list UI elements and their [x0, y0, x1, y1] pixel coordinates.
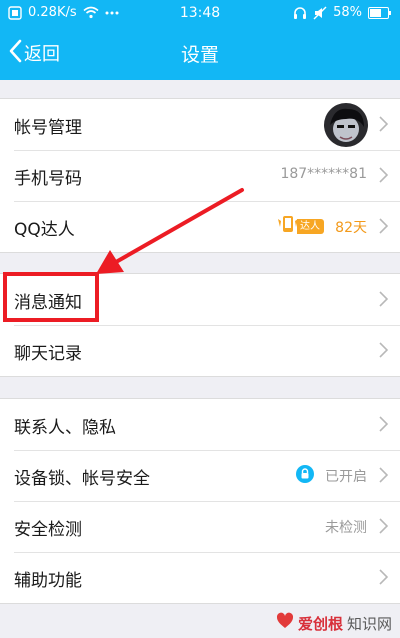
- row-label: 消息通知: [14, 293, 82, 313]
- row-label: 联系人、隐私: [14, 418, 116, 438]
- row-label: 聊天记录: [14, 344, 82, 364]
- phone-crown-icon: [277, 215, 299, 237]
- avatar: [324, 103, 368, 147]
- nav-bar: 返回 设置: [0, 26, 400, 80]
- qq-daren-badge: 达人: [277, 215, 324, 237]
- status-bar: 0.28K/s 13:48 58%: [0, 0, 400, 26]
- chevron-right-icon: [379, 342, 389, 362]
- chevron-right-icon: [379, 167, 389, 187]
- chevron-right-icon: [379, 291, 389, 311]
- battery-icon: [368, 6, 392, 19]
- mute-icon: [313, 6, 327, 20]
- row-message-notification[interactable]: 消息通知: [0, 274, 400, 325]
- qq-daren-tag: 达人: [297, 218, 324, 234]
- chevron-right-icon: [379, 569, 389, 589]
- chevron-right-icon: [379, 416, 389, 436]
- page-title: 设置: [180, 44, 219, 66]
- phone-number-value: 187******81: [280, 166, 367, 182]
- chevron-right-icon: [379, 218, 389, 238]
- chevron-right-icon: [379, 467, 389, 487]
- settings-group-security: 联系人、隐私 设备锁、帐号安全 已开启 安全检测 未检测 辅助功能: [0, 398, 400, 604]
- watermark-red-text: 爱创根: [297, 614, 343, 633]
- settings-group-account: 帐号管理 手机号码 187******81 QQ达人 达人 82天: [0, 98, 400, 253]
- chevron-right-icon: [379, 518, 389, 538]
- row-chat-history[interactable]: 聊天记录: [0, 325, 400, 376]
- row-device-lock[interactable]: 设备锁、帐号安全 已开启: [0, 450, 400, 501]
- row-label: 手机号码: [14, 169, 82, 189]
- row-phone-number[interactable]: 手机号码 187******81: [0, 150, 400, 201]
- security-scan-status: 未检测: [325, 520, 367, 536]
- watermark: 爱创根 知识网: [276, 612, 392, 634]
- chevron-right-icon: [379, 116, 389, 136]
- row-account-management[interactable]: 帐号管理: [0, 99, 400, 150]
- lock-icon: [296, 465, 314, 483]
- row-accessibility[interactable]: 辅助功能: [0, 552, 400, 603]
- battery-level: 58%: [333, 5, 362, 20]
- row-contacts-privacy[interactable]: 联系人、隐私: [0, 399, 400, 450]
- qq-daren-days: 82天: [335, 220, 367, 236]
- device-lock-status: 已开启: [325, 469, 367, 485]
- watermark-logo-icon: [276, 612, 294, 634]
- row-security-scan[interactable]: 安全检测 未检测: [0, 501, 400, 552]
- watermark-text: 知识网: [346, 614, 392, 633]
- row-label: 辅助功能: [14, 571, 82, 591]
- headset-icon: [293, 6, 307, 20]
- row-label: 帐号管理: [14, 118, 82, 138]
- row-label: 设备锁、帐号安全: [14, 469, 150, 489]
- row-label: QQ达人: [14, 220, 75, 240]
- row-label: 安全检测: [14, 520, 82, 540]
- row-qq-daren[interactable]: QQ达人 达人 82天: [0, 201, 400, 252]
- settings-group-messages: 消息通知 聊天记录: [0, 273, 400, 377]
